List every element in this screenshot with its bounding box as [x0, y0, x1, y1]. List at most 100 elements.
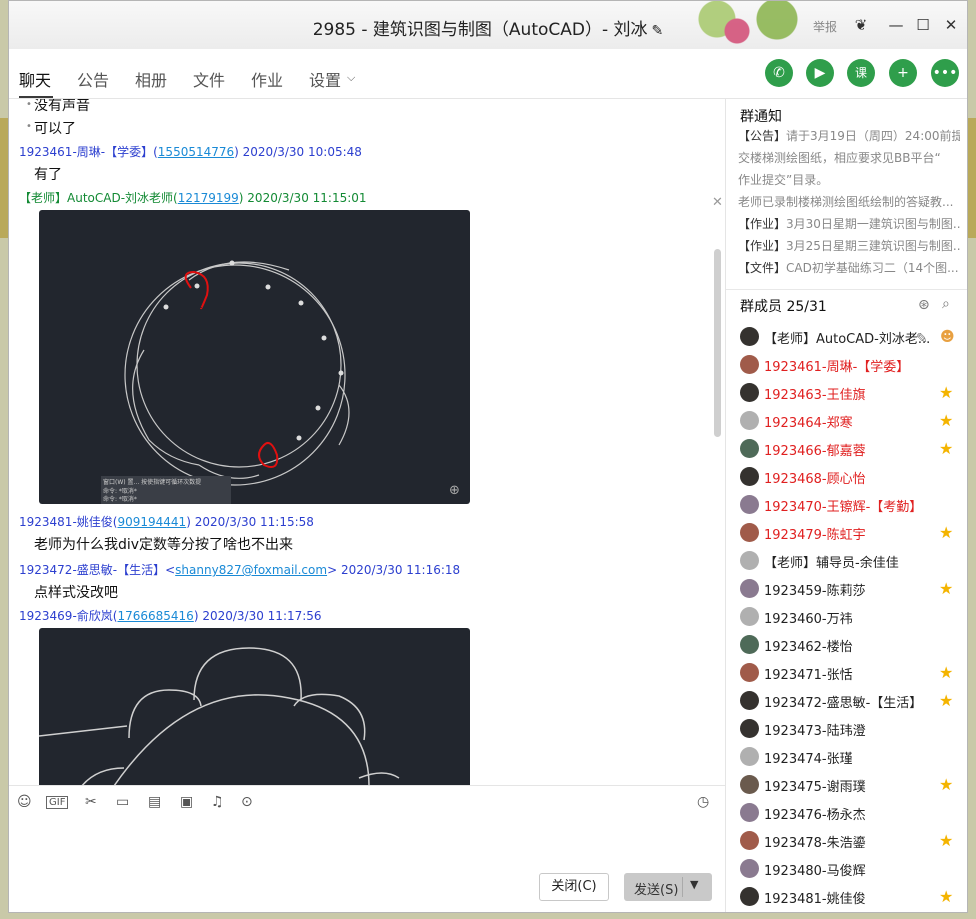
avatar[interactable] — [740, 467, 759, 486]
avatar[interactable] — [740, 411, 759, 430]
avatar[interactable] — [740, 439, 759, 458]
member-row[interactable]: 1923468-顾心怡 — [740, 465, 965, 489]
avatar[interactable] — [740, 551, 759, 570]
search-icon[interactable]: ⌕ — [942, 296, 950, 312]
send-button[interactable]: 发送(S) ▼ — [624, 873, 712, 901]
member-row[interactable]: 1923463-王佳旗 ★ — [740, 381, 965, 405]
avatar[interactable] — [740, 775, 759, 794]
history-clock-icon[interactable]: ◷ — [697, 794, 709, 810]
sender-qq-link[interactable]: 1550514776 — [158, 145, 234, 159]
add-message-icon[interactable]: + — [889, 59, 917, 87]
avatar[interactable] — [740, 691, 759, 710]
member-row[interactable]: 1923470-王镲辉-【考勤】 — [740, 493, 965, 517]
notice-item[interactable]: 交楼梯测绘图纸，相应要求见BB平台“ — [738, 147, 960, 169]
avatar[interactable] — [740, 887, 759, 906]
video-call-icon[interactable]: ▶ — [806, 59, 834, 87]
member-row[interactable]: 1923474-张瑾 — [740, 745, 965, 769]
maximize-button[interactable]: ☐ — [911, 13, 935, 37]
avatar[interactable] — [740, 663, 759, 682]
avatar[interactable] — [740, 579, 759, 598]
tab-announcement[interactable]: 公告 — [77, 67, 109, 91]
avatar[interactable] — [740, 327, 759, 346]
minimize-button[interactable]: — — [884, 13, 908, 37]
member-row[interactable]: 1923462-楼怡 — [740, 633, 965, 657]
cad-screenshot-image[interactable] — [38, 628, 470, 785]
avatar[interactable] — [740, 383, 759, 402]
member-row[interactable]: 1923466-郁嘉蓉 ★ — [740, 437, 965, 461]
report-link[interactable]: 举报 — [813, 18, 837, 35]
sender-name[interactable]: 【老师】AutoCAD-刘冰老师 — [19, 191, 173, 205]
member-row[interactable]: 【老师】辅导员-余佳佳 — [740, 549, 965, 573]
member-row[interactable]: 1923459-陈莉莎 ★ — [740, 577, 965, 601]
phone-call-icon[interactable]: ✆ — [765, 59, 793, 87]
member-settings-icon[interactable]: ⊛ — [918, 297, 930, 313]
cad-screenshot-image[interactable]: 窗口(W) 置... 按使指键可循环次数提 命令: *取消* 命令: *取消* … — [39, 210, 470, 504]
bell-icon[interactable]: ♫ — [211, 794, 224, 810]
member-row[interactable]: 1923472-盛思敏-【生活】 ★ — [740, 689, 965, 713]
folder-icon[interactable]: ▭ — [116, 794, 129, 810]
sender-name[interactable]: 1923472-盛思敏-【生活】 — [19, 563, 165, 577]
avatar[interactable] — [740, 635, 759, 654]
more-icon[interactable]: ••• — [931, 59, 959, 87]
edit-icon[interactable]: ✎ — [652, 23, 664, 39]
avatar[interactable] — [740, 495, 759, 514]
close-window-button[interactable]: ✕ — [939, 13, 963, 37]
member-row[interactable]: 【老师】AutoCAD-刘冰老... — [740, 325, 965, 349]
scissors-icon[interactable]: ✂ — [85, 794, 97, 810]
close-icon[interactable]: ✕ — [712, 195, 723, 210]
message-input[interactable] — [9, 821, 725, 912]
sender-qq-link[interactable]: 12179199 — [178, 191, 239, 205]
member-row[interactable]: 1923479-陈虹宇 ★ — [740, 521, 965, 545]
sender-qq-link[interactable]: 1766685416 — [117, 609, 193, 623]
notice-item[interactable]: 作业提交”目录。 — [738, 169, 960, 191]
sender-email-link[interactable]: shanny827@foxmail.com — [175, 563, 327, 577]
tab-files[interactable]: 文件 — [193, 67, 225, 91]
tab-bar: 聊天 公告 相册 文件 作业 设置 ⌵ ✆ ▶ 课 + ••• — [9, 49, 967, 99]
tab-album[interactable]: 相册 — [135, 67, 167, 91]
send-options-chevron-icon[interactable]: ▼ — [690, 878, 698, 891]
avatar[interactable] — [740, 803, 759, 822]
image-icon[interactable]: ▣ — [180, 794, 193, 810]
notice-item[interactable]: 【文件】CAD初学基础练习二（14个图... — [738, 257, 960, 279]
member-row[interactable]: 1923476-杨永杰 — [740, 801, 965, 825]
butterfly-icon[interactable]: ❦ — [849, 13, 873, 37]
notice-item[interactable]: 【作业】3月30日星期一建筑识图与制图... — [738, 213, 960, 235]
sender-name[interactable]: 1923469-俞欣岚 — [19, 609, 113, 623]
sender-name[interactable]: 1923481-姚佳俊 — [19, 515, 113, 529]
avatar[interactable] — [740, 523, 759, 542]
notice-item[interactable]: 【作业】3月25日星期三建筑识图与制图... — [738, 235, 960, 257]
emoji-icon[interactable]: ☺ — [17, 794, 32, 810]
edit-pen-icon[interactable]: ✎ — [916, 331, 928, 347]
tab-homework[interactable]: 作业 — [251, 67, 283, 91]
avatar[interactable] — [740, 747, 759, 766]
sender-name[interactable]: 1923461-周琳-【学委】 — [19, 145, 153, 159]
member-row[interactable]: 1923481-姚佳俊 ★ — [740, 885, 965, 909]
avatar[interactable] — [740, 859, 759, 878]
zoom-icon[interactable]: ⊕ — [449, 483, 460, 498]
notice-item[interactable]: 老师已录制楼梯测绘图纸绘制的答疑教... — [738, 191, 960, 213]
class-icon[interactable]: 课 — [847, 59, 875, 87]
member-name: 1923478-朱浩鎏 — [764, 836, 866, 851]
avatar[interactable] — [740, 607, 759, 626]
member-row[interactable]: 1923464-郑寒 ★ — [740, 409, 965, 433]
tab-chat[interactable]: 聊天 — [19, 67, 51, 91]
avatar[interactable] — [740, 719, 759, 738]
avatar[interactable] — [740, 831, 759, 850]
notice-item[interactable]: 【公告】请于3月19日（周四）24:00前提 — [738, 125, 960, 147]
avatar[interactable] — [740, 355, 759, 374]
member-row[interactable]: 1923475-谢雨璞 ★ — [740, 773, 965, 797]
gif-icon[interactable]: GIF — [46, 796, 69, 809]
close-button[interactable]: 关闭(C) — [539, 873, 609, 901]
member-row[interactable]: 1923478-朱浩鎏 ★ — [740, 829, 965, 853]
tab-settings[interactable]: 设置 — [309, 67, 341, 91]
member-row[interactable]: 1923460-万祎 — [740, 605, 965, 629]
member-row[interactable]: 1923480-马俊辉 — [740, 857, 965, 881]
more-options-icon[interactable]: ⊙ — [241, 794, 253, 810]
member-row[interactable]: 1923471-张恬 ★ — [740, 661, 965, 685]
chevron-down-icon[interactable]: ⌵ — [347, 71, 355, 85]
member-row[interactable]: 1923473-陆玮澄 — [740, 717, 965, 741]
member-row[interactable]: 1923461-周琳-【学委】 — [740, 353, 965, 377]
sender-qq-link[interactable]: 909194441 — [117, 515, 186, 529]
doc-scan-icon[interactable]: ▤ — [148, 794, 161, 810]
chat-scrollbar[interactable] — [714, 249, 721, 437]
